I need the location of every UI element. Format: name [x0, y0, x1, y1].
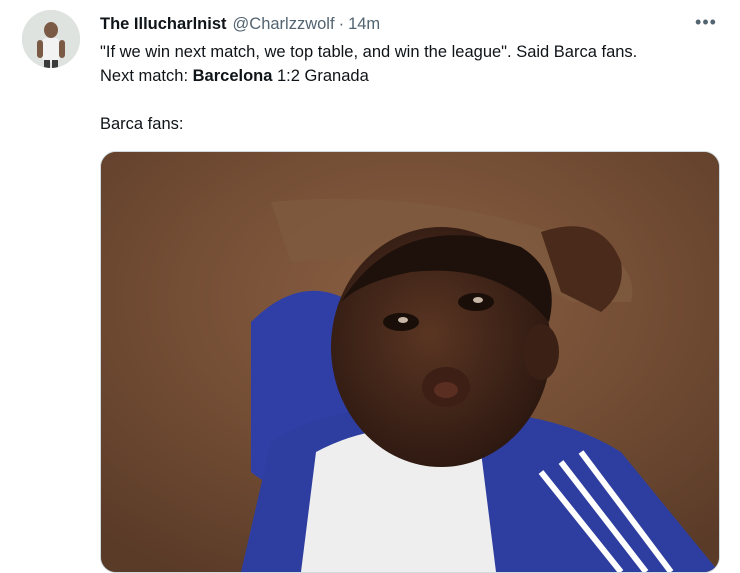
tweet-card[interactable]: The Illucharlnist @Charlzzwolf · 14m •••… — [0, 0, 740, 573]
tweet-text: "If we win next match, we top table, and… — [100, 40, 720, 136]
author-name[interactable]: The Illucharlnist — [100, 15, 227, 34]
tweet-text-line: "If we win next match, we top table, and… — [100, 43, 638, 61]
more-options-button[interactable]: ••• — [690, 10, 722, 34]
tweet-text-line: Barca fans: — [100, 115, 184, 133]
tweet-header: The Illucharlnist @Charlzzwolf · 14m — [100, 12, 380, 36]
author-avatar[interactable] — [22, 10, 80, 68]
team-name: Barcelona — [192, 67, 273, 85]
more-horizontal-icon: ••• — [695, 11, 717, 32]
tweet-text-line: Next match: Barcelona 1:2 Granada — [100, 64, 720, 88]
header-separator: · — [338, 14, 345, 33]
author-handle[interactable]: @Charlzzwolf — [233, 15, 335, 34]
match-score: 1:2 Granada — [272, 67, 369, 85]
tweet-media-image[interactable] — [100, 151, 720, 573]
next-match-label: Next match: — [100, 67, 193, 85]
tweet-timestamp[interactable]: 14m — [348, 15, 380, 34]
